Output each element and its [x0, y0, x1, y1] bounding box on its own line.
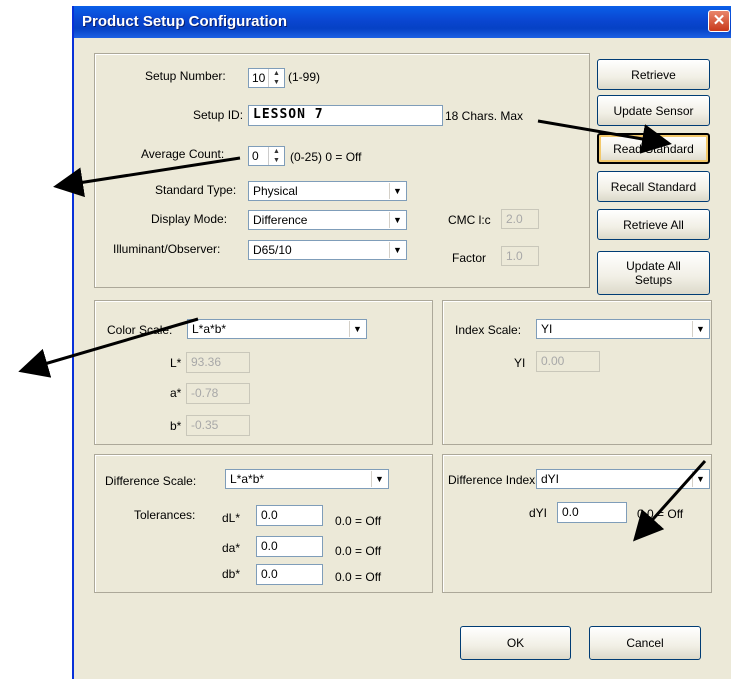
- index-scale-label: Index Scale:: [455, 323, 522, 337]
- illuminant-observer-select[interactable]: D65/10 ▼: [248, 240, 407, 260]
- a-star-field: -0.78: [186, 383, 250, 404]
- yi-field: 0.00: [536, 351, 600, 372]
- update-sensor-button[interactable]: Update Sensor: [597, 95, 710, 126]
- cmc-label: CMC l:c: [448, 213, 491, 227]
- db-star-label: db*: [222, 567, 241, 581]
- yi-label: YI: [514, 356, 526, 370]
- chevron-down-icon[interactable]: ▼: [389, 212, 405, 228]
- chevron-down-icon[interactable]: ▼: [389, 183, 405, 199]
- index-scale-value: YI: [541, 322, 553, 336]
- average-count-spinner[interactable]: 0 ▲ ▼: [248, 146, 285, 166]
- setup-id-input[interactable]: LESSON 7: [248, 105, 443, 126]
- color-scale-select[interactable]: L*a*b* ▼: [187, 319, 367, 339]
- average-count-hint: (0-25) 0 = Off: [290, 150, 362, 164]
- update-all-line2: Setups: [634, 273, 673, 287]
- b-star-field: -0.35: [186, 415, 250, 436]
- color-scale-value: L*a*b*: [192, 322, 227, 336]
- factor-input: 1.0: [501, 246, 539, 266]
- dyi-input[interactable]: 0.0: [557, 502, 627, 523]
- ok-button[interactable]: OK: [460, 626, 571, 660]
- display-mode-value: Difference: [253, 213, 308, 227]
- factor-label: Factor: [452, 251, 487, 265]
- index-scale-select[interactable]: YI ▼: [536, 319, 710, 339]
- difference-scale-label: Difference Scale:: [105, 474, 197, 488]
- dyi-label: dYI: [529, 506, 548, 520]
- difference-index-label: Difference Index:: [448, 473, 539, 487]
- retrieve-button[interactable]: Retrieve: [597, 59, 710, 90]
- da-star-input[interactable]: 0.0: [256, 536, 323, 557]
- dl-star-label: dL*: [222, 511, 241, 525]
- difference-scale-value: L*a*b*: [230, 472, 265, 486]
- spin-up-icon[interactable]: ▲: [269, 69, 284, 78]
- retrieve-all-button[interactable]: Retrieve All: [597, 209, 710, 240]
- illuminant-observer-value: D65/10: [253, 243, 292, 257]
- da-star-hint: 0.0 = Off: [335, 544, 382, 558]
- setup-number-range: (1-99): [288, 70, 321, 84]
- spin-buttons[interactable]: ▲ ▼: [268, 69, 284, 87]
- spin-up-icon[interactable]: ▲: [269, 147, 284, 156]
- setup-number-value: 10: [252, 71, 266, 85]
- l-star-field: 93.36: [186, 352, 250, 373]
- close-icon: ✕: [712, 12, 726, 29]
- average-count-value: 0: [252, 149, 259, 163]
- da-star-label: da*: [222, 541, 241, 555]
- display-mode-label: Display Mode:: [151, 212, 228, 226]
- recall-standard-button[interactable]: Recall Standard: [597, 171, 710, 202]
- db-star-input[interactable]: 0.0: [256, 564, 323, 585]
- read-standard-button[interactable]: Read Standard: [597, 133, 710, 164]
- tolerances-label: Tolerances:: [134, 508, 196, 522]
- standard-type-value: Physical: [253, 184, 298, 198]
- chevron-down-icon[interactable]: ▼: [389, 242, 405, 258]
- setup-id-hint: 18 Chars. Max: [445, 109, 524, 123]
- dyi-hint: 0.0 = Off: [637, 507, 684, 521]
- chevron-down-icon[interactable]: ▼: [349, 321, 365, 337]
- dl-star-input[interactable]: 0.0: [256, 505, 323, 526]
- dl-star-hint: 0.0 = Off: [335, 514, 382, 528]
- title-bar[interactable]: Product Setup Configuration ✕: [74, 6, 731, 38]
- window-title: Product Setup Configuration: [82, 13, 287, 30]
- setup-number-spinner[interactable]: 10 ▲ ▼: [248, 68, 285, 88]
- product-setup-dialog: Product Setup Configuration ✕ Setup Numb…: [72, 6, 731, 679]
- difference-scale-select[interactable]: L*a*b* ▼: [225, 469, 389, 489]
- close-button[interactable]: ✕: [708, 10, 730, 32]
- b-star-label: b*: [170, 419, 182, 433]
- spin-down-icon[interactable]: ▼: [269, 78, 284, 87]
- update-all-line1: Update All: [626, 259, 681, 273]
- display-mode-select[interactable]: Difference ▼: [248, 210, 407, 230]
- average-count-label: Average Count:: [141, 147, 225, 161]
- update-all-setups-button[interactable]: Update All Setups: [597, 251, 710, 295]
- difference-index-value: dYI: [541, 472, 560, 486]
- difference-index-select[interactable]: dYI ▼: [536, 469, 710, 489]
- l-star-label: L*: [170, 356, 182, 370]
- a-star-label: a*: [170, 386, 182, 400]
- cancel-button[interactable]: Cancel: [589, 626, 701, 660]
- chevron-down-icon[interactable]: ▼: [692, 471, 708, 487]
- color-scale-label: Color Scale:: [107, 323, 173, 337]
- spin-buttons[interactable]: ▲ ▼: [268, 147, 284, 165]
- setup-number-label: Setup Number:: [145, 69, 226, 83]
- chevron-down-icon[interactable]: ▼: [692, 321, 708, 337]
- spin-down-icon[interactable]: ▼: [269, 156, 284, 165]
- standard-type-label: Standard Type:: [155, 183, 237, 197]
- setup-id-label: Setup ID:: [193, 108, 244, 122]
- db-star-hint: 0.0 = Off: [335, 570, 382, 584]
- standard-type-select[interactable]: Physical ▼: [248, 181, 407, 201]
- chevron-down-icon[interactable]: ▼: [371, 471, 387, 487]
- cmc-input: 2.0: [501, 209, 539, 229]
- illuminant-observer-label: Illuminant/Observer:: [113, 242, 221, 256]
